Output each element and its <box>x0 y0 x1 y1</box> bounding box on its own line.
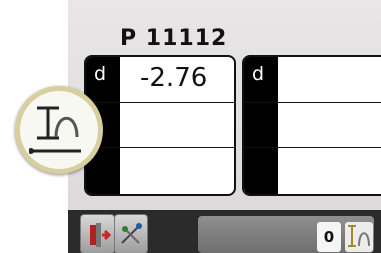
row-divider <box>86 102 234 103</box>
page-title: P 11112 <box>120 26 228 51</box>
measure-button[interactable] <box>345 222 373 252</box>
row-divider <box>244 147 381 148</box>
tool-button[interactable] <box>114 214 148 253</box>
card-label: d <box>252 63 265 85</box>
measure-icon <box>348 225 370 247</box>
measure-icon <box>29 106 81 154</box>
measurement-value: -2.76 <box>140 63 208 93</box>
device-screen: P 11112 d -2.76 d 0 <box>68 0 381 253</box>
card-label: d <box>94 63 107 85</box>
measure-icon-magnifier[interactable] <box>15 86 103 174</box>
row-divider <box>86 147 234 148</box>
measurement-card-2[interactable]: d <box>242 55 381 196</box>
measurement-card-1[interactable]: d -2.76 <box>84 55 236 196</box>
exit-button[interactable] <box>80 214 115 253</box>
probe-tool-icon <box>121 223 142 244</box>
counter-display[interactable]: 0 <box>317 222 341 252</box>
exit-door-icon <box>90 223 112 247</box>
row-divider <box>244 102 381 103</box>
